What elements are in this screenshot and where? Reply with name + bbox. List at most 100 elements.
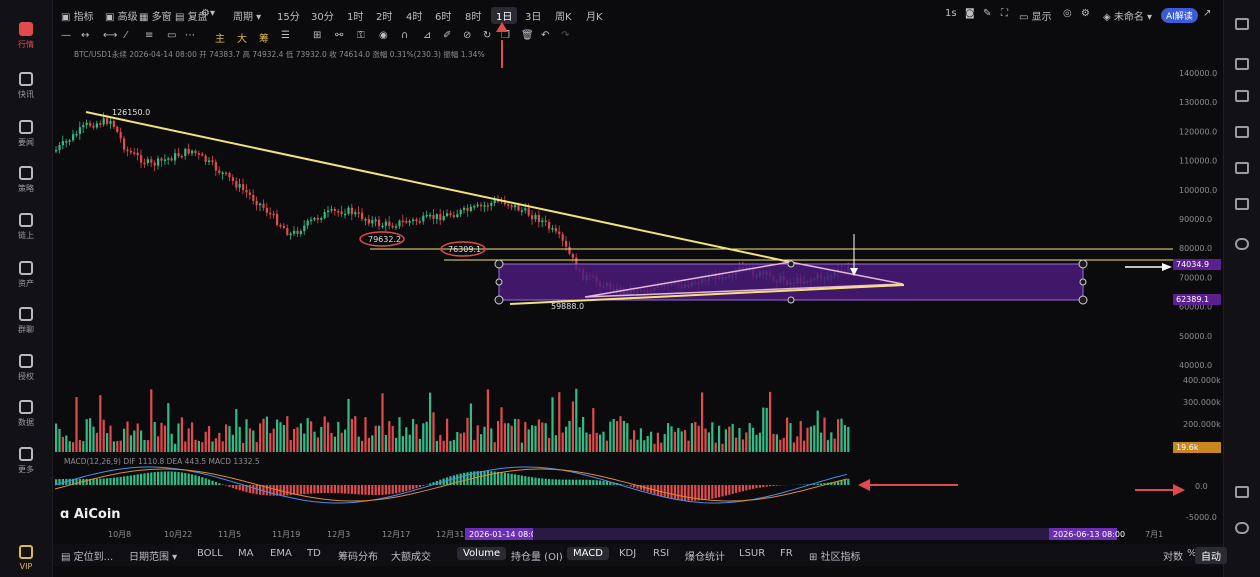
volume-bar	[255, 442, 258, 452]
sub-rsi[interactable]: RSI	[653, 548, 669, 559]
date-range-dropdown[interactable]: 日期范围 ▾	[129, 548, 177, 563]
macd-bar	[558, 479, 561, 485]
auto-toggle[interactable]: 自动	[1195, 547, 1227, 564]
macd-bar	[847, 478, 850, 485]
volume-bar	[333, 436, 336, 452]
volume-bar	[106, 433, 109, 452]
macd-bar	[418, 485, 421, 488]
volume-bar	[384, 435, 387, 452]
volume-bar	[745, 432, 748, 452]
price-chart[interactable]: 126150.0 79632.2 76309.1 59888.0 140000.…	[0, 0, 1260, 577]
volume-bar	[214, 438, 217, 452]
volume-axis-label: 200.000k	[1183, 420, 1221, 429]
candle-body	[316, 218, 319, 220]
candle-body	[452, 215, 455, 218]
volume-bar	[796, 436, 799, 452]
aicoin-logo: ɑ AiCoin	[60, 507, 121, 522]
candle-body	[299, 231, 302, 234]
candle-body	[95, 123, 98, 128]
candle-body	[401, 220, 404, 223]
volume-bar	[330, 432, 333, 452]
macd-bar	[595, 480, 598, 485]
volume-bar	[123, 428, 126, 452]
macd-bar	[697, 485, 700, 501]
macd-bar	[116, 477, 119, 485]
volume-bar	[248, 428, 251, 452]
indicator-boll[interactable]: BOLL	[197, 548, 223, 559]
volume-bar	[449, 440, 452, 452]
price-axis-label: 100000.0	[1179, 186, 1217, 195]
macd-bar	[663, 485, 666, 498]
candle-body	[235, 181, 238, 188]
range-box[interactable]	[499, 264, 1083, 300]
candle-body	[378, 219, 381, 227]
sub-community[interactable]: ⊞ 社区指标	[809, 548, 861, 563]
macd-bar	[728, 485, 731, 495]
indicator-large-trades[interactable]: 大额成交	[391, 548, 431, 563]
candle-body	[68, 140, 71, 142]
volume-bar	[174, 443, 177, 452]
volume-bar	[595, 432, 598, 452]
macd-bar	[174, 471, 177, 485]
candle-body	[197, 153, 200, 155]
sub-volume[interactable]: Volume	[457, 547, 507, 560]
macd-bar	[327, 485, 330, 493]
macd-bar	[99, 478, 102, 485]
volume-bar	[112, 441, 115, 452]
indicator-td[interactable]: TD	[307, 548, 321, 559]
descending-trendline[interactable]	[85, 111, 791, 263]
volume-bar	[697, 425, 700, 452]
macd-bar	[765, 485, 768, 487]
indicator-ma[interactable]: MA	[238, 548, 253, 559]
volume-bar	[286, 416, 289, 452]
volume-bar	[646, 435, 649, 452]
candle-body	[405, 221, 408, 223]
sub-lsur[interactable]: LSUR	[739, 548, 765, 559]
volume-bar	[565, 426, 568, 452]
locate-button[interactable]: ▤ 定位到...	[61, 548, 113, 563]
sub-liquidation[interactable]: 爆仓统计	[685, 548, 725, 563]
price-axis-label: 40000.0	[1179, 361, 1212, 370]
volume-bar	[218, 432, 221, 452]
indicator-chips[interactable]: 筹码分布	[338, 548, 378, 563]
indicator-ema[interactable]: EMA	[270, 548, 292, 559]
volume-bar	[843, 425, 846, 452]
volume-bar	[350, 418, 353, 452]
macd-bar	[429, 483, 432, 485]
volume-bar	[813, 425, 816, 452]
sub-fr[interactable]: FR	[780, 548, 793, 559]
volume-bar	[337, 421, 340, 452]
price-axis[interactable]: 140000.0 130000.0 120000.0 110000.0 100000.0…	[1179, 69, 1217, 370]
volume-bar	[136, 423, 139, 452]
candle-body	[415, 219, 418, 222]
volume-bar	[225, 424, 228, 452]
sub-macd[interactable]: MACD	[567, 547, 609, 560]
red-arrow-left-head	[858, 479, 870, 491]
sub-oi[interactable]: 持仓量 (OI)	[511, 548, 563, 563]
macd-bar	[347, 485, 350, 494]
volume-bar	[102, 419, 105, 452]
macd-bar	[269, 485, 272, 496]
macd-bar	[150, 472, 153, 485]
macd-bar	[163, 471, 166, 485]
macd-bar	[422, 485, 425, 486]
macd-bar	[316, 485, 319, 494]
macd-bar	[231, 485, 234, 489]
log-scale-toggle[interactable]: 对数	[1163, 548, 1183, 563]
candle-body	[272, 213, 275, 216]
candle-body	[320, 218, 323, 220]
candle-body	[116, 126, 119, 133]
macd-bar	[718, 485, 721, 498]
candle-body	[310, 219, 313, 222]
sub-kdj[interactable]: KDJ	[619, 548, 636, 559]
candle-body	[456, 214, 459, 218]
macd-bar	[225, 485, 228, 486]
macd-bar	[412, 485, 415, 490]
candle-body	[153, 162, 156, 166]
candle-body	[558, 231, 561, 235]
macd-bar	[701, 485, 704, 501]
candle-body	[163, 159, 166, 161]
candle-body	[537, 215, 540, 223]
macd-bar	[126, 475, 129, 485]
candle-body	[119, 132, 122, 139]
